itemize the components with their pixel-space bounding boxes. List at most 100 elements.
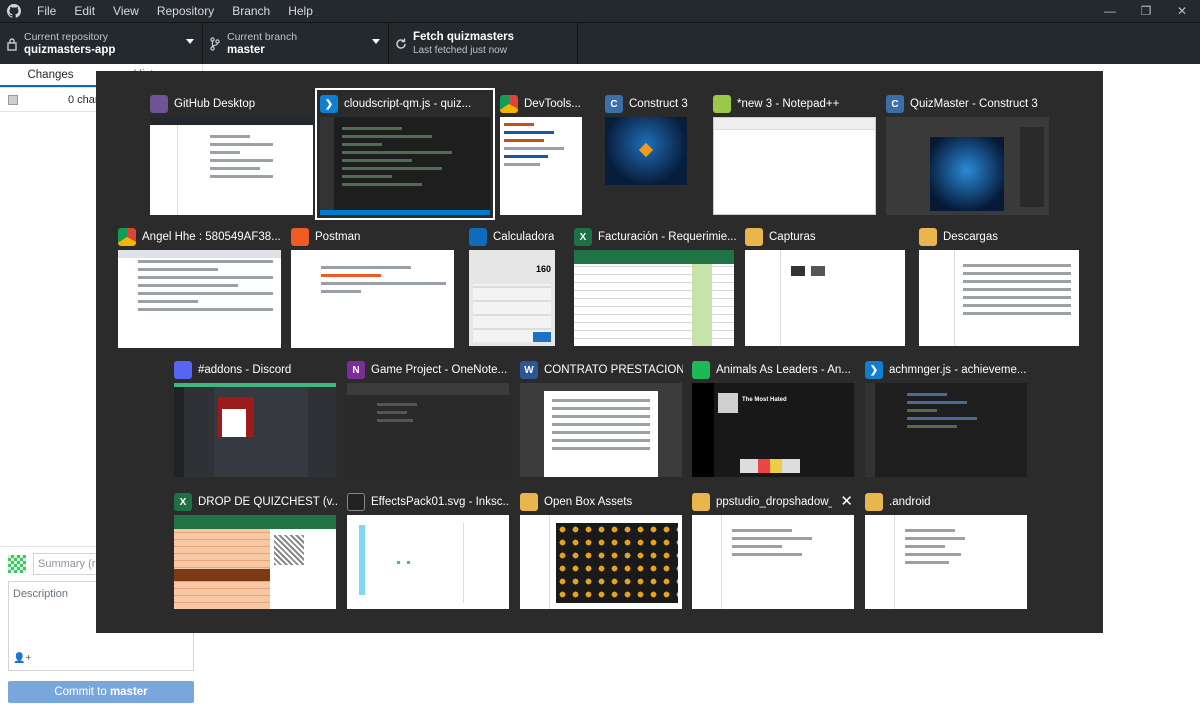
switcher-window-postman[interactable]: Postman xyxy=(291,226,454,348)
sync-icon xyxy=(389,38,413,50)
repo-name: quizmasters-app xyxy=(24,44,116,56)
switcher-window-open-box-assets[interactable]: Open Box Assets xyxy=(520,491,683,613)
github-logo-icon xyxy=(0,0,28,22)
menu-edit[interactable]: Edit xyxy=(65,0,104,22)
switcher-window-ppstudio[interactable]: ppstudio_dropshadow_e... ✕ xyxy=(692,491,855,613)
menu-branch[interactable]: Branch xyxy=(223,0,279,22)
window-thumbnail: 160 xyxy=(469,250,555,346)
folder-icon xyxy=(520,493,538,511)
chevron-down-icon xyxy=(186,39,194,44)
switcher-window-calculator[interactable]: Calculadora 160 xyxy=(469,226,559,348)
window-title: EffectsPack01.svg - Inksc... xyxy=(371,496,510,508)
window-title: Capturas xyxy=(769,231,816,243)
window-title: CONTRATO PRESTACION... xyxy=(544,364,683,376)
window-title: Game Project - OneNote... xyxy=(371,364,508,376)
commit-button[interactable]: Commit to master xyxy=(8,681,194,703)
switcher-window-discord[interactable]: #addons - Discord xyxy=(174,359,337,481)
window-title: Postman xyxy=(315,231,361,243)
window-thumbnail xyxy=(291,250,454,348)
menu-help[interactable]: Help xyxy=(279,0,322,22)
window-title: Calculadora xyxy=(493,231,555,243)
switcher-window-descargas[interactable]: Descargas xyxy=(919,226,1082,348)
menu-repository[interactable]: Repository xyxy=(148,0,223,22)
window-thumbnail xyxy=(605,117,687,185)
folder-icon xyxy=(692,493,710,511)
close-icon[interactable]: ✕ xyxy=(840,492,853,510)
window-controls: — ❐ ✕ xyxy=(1092,0,1200,22)
switcher-window-onenote[interactable]: N Game Project - OneNote... xyxy=(347,359,510,481)
vscode-icon: ❯ xyxy=(865,361,883,379)
branch-name: master xyxy=(227,44,265,56)
commit-prefix: Commit to xyxy=(54,686,107,698)
window-thumbnail xyxy=(174,515,336,609)
switcher-window-devtools[interactable]: DevTools... xyxy=(500,93,582,215)
tab-changes[interactable]: Changes xyxy=(0,64,101,87)
switcher-window-spotify[interactable]: Animals As Leaders - An... The Most Hate… xyxy=(692,359,855,481)
fetch-button[interactable]: Fetch quizmasters Last fetched just now xyxy=(389,23,578,65)
switcher-window-capturas[interactable]: Capturas xyxy=(745,226,908,348)
window-thumbnail xyxy=(347,383,509,477)
add-coauthor-icon[interactable]: 👤+ xyxy=(13,653,31,664)
window-title: cloudscript-qm.js - quiz... xyxy=(344,98,472,110)
switcher-window-android[interactable]: .android xyxy=(865,491,1028,613)
close-window-icon[interactable]: ✕ xyxy=(1164,0,1200,22)
menu-view[interactable]: View xyxy=(104,0,148,22)
switcher-window-word-contrato[interactable]: W CONTRATO PRESTACION... xyxy=(520,359,683,481)
window-thumbnail xyxy=(713,117,876,215)
commit-branch: master xyxy=(109,686,148,698)
fetch-label: Fetch quizmasters xyxy=(413,31,514,43)
spotify-icon xyxy=(692,361,710,379)
window-title: GitHub Desktop xyxy=(174,98,256,110)
branch-label: Current branch xyxy=(227,31,298,43)
window-title: achmnger.js - achieveme... xyxy=(889,364,1027,376)
switcher-window-quizmaster-construct3[interactable]: C QuizMaster - Construct 3 xyxy=(886,93,1049,215)
window-title: QuizMaster - Construct 3 xyxy=(910,98,1038,110)
construct-icon: C xyxy=(605,95,623,113)
switcher-window-github-desktop[interactable]: GitHub Desktop xyxy=(150,93,313,215)
switcher-window-construct3[interactable]: C Construct 3 xyxy=(605,93,695,215)
window-thumbnail xyxy=(692,515,854,609)
avatar xyxy=(8,555,26,573)
toolbar: Current repository quizmasters-app Curre… xyxy=(0,22,1200,65)
menu-bar: File Edit View Repository Branch Help xyxy=(28,0,322,22)
downloads-folder-icon xyxy=(919,228,937,246)
construct-icon: C xyxy=(886,95,904,113)
window-thumbnail xyxy=(919,250,1079,346)
notepadpp-icon xyxy=(713,95,731,113)
repo-label: Current repository xyxy=(24,31,109,43)
restore-icon[interactable]: ❐ xyxy=(1128,0,1164,22)
repository-selector[interactable]: Current repository quizmasters-app xyxy=(0,23,203,65)
switcher-window-chrome-angel[interactable]: Angel Hhe : 580549AF38... xyxy=(118,226,281,348)
switcher-window-vscode-achmnger[interactable]: ❯ achmnger.js - achieveme... xyxy=(865,359,1028,481)
menu-file[interactable]: File xyxy=(28,0,65,22)
window-title: *new 3 - Notepad++ xyxy=(737,98,840,110)
postman-icon xyxy=(291,228,309,246)
window-thumbnail xyxy=(150,117,313,215)
branch-selector[interactable]: Current branch master xyxy=(203,23,389,65)
window-thumbnail: The Most Hated xyxy=(692,383,854,477)
window-title: Angel Hhe : 580549AF38... xyxy=(142,231,281,243)
switcher-window-vscode-cloudscript[interactable]: ❯ cloudscript-qm.js - quiz... xyxy=(315,88,495,220)
vscode-icon: ❯ xyxy=(320,95,338,113)
window-thumbnail xyxy=(745,250,905,346)
window-title: Facturación - Requerimie... xyxy=(598,231,737,243)
window-title: Descargas xyxy=(943,231,998,243)
window-thumbnail xyxy=(886,117,1049,215)
github-icon xyxy=(150,95,168,113)
fetch-status: Last fetched just now xyxy=(413,45,507,56)
minimize-icon[interactable]: — xyxy=(1092,0,1128,22)
chrome-icon xyxy=(118,228,136,246)
window-title: Open Box Assets xyxy=(544,496,633,508)
window-thumbnail xyxy=(174,383,336,477)
select-all-checkbox[interactable] xyxy=(8,94,18,105)
window-title: DROP DE QUIZCHEST (v... xyxy=(198,496,337,508)
window-thumbnail xyxy=(347,515,509,609)
word-icon: W xyxy=(520,361,538,379)
window-thumbnail xyxy=(520,515,682,609)
switcher-window-inkscape[interactable]: EffectsPack01.svg - Inksc... xyxy=(347,491,510,613)
switcher-window-excel-facturacion[interactable]: X Facturación - Requerimie... xyxy=(574,226,737,348)
title-bar: File Edit View Repository Branch Help — … xyxy=(0,0,1200,22)
switcher-window-notepadpp[interactable]: *new 3 - Notepad++ xyxy=(713,93,876,215)
switcher-window-excel-quizchest[interactable]: X DROP DE QUIZCHEST (v... xyxy=(174,491,337,613)
calculator-display: 160 xyxy=(535,264,551,274)
